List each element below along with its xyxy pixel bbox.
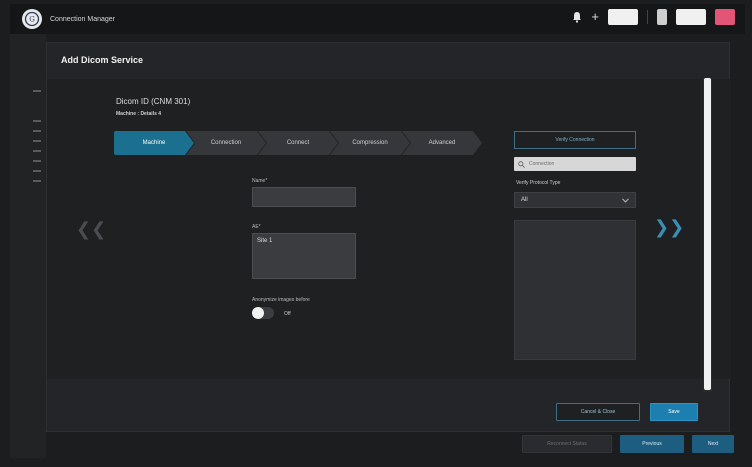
next-button[interactable]: Next — [692, 435, 734, 453]
service-name: Dicom ID (CNM 301) — [116, 97, 191, 106]
protocol-type-select[interactable]: All — [514, 192, 636, 208]
toggle-state-text: Off — [284, 311, 291, 317]
scrollbar-thumb[interactable] — [704, 78, 711, 390]
step-compression[interactable]: Compression — [330, 131, 410, 155]
user-chip[interactable] — [608, 9, 638, 25]
step-machine[interactable]: Machine — [114, 131, 194, 155]
toggle-knob — [252, 307, 264, 319]
previous-button[interactable]: Previous — [620, 435, 684, 453]
step-connection[interactable]: Connection — [186, 131, 266, 155]
anonymize-label: Anonymize images before — [252, 297, 310, 303]
anonymize-toggle[interactable] — [252, 307, 274, 319]
account-chip[interactable] — [676, 9, 706, 25]
name-input[interactable] — [252, 187, 356, 207]
wizard-steps: Machine Connection Connect Compression A… — [114, 131, 474, 155]
alert-badge[interactable] — [715, 9, 735, 25]
reconnect-status-button[interactable]: Reconnect Status — [522, 435, 612, 453]
step-connect[interactable]: Connect — [258, 131, 338, 155]
search-icon — [518, 160, 525, 168]
ge-logo-icon: G — [22, 9, 42, 29]
chevron-down-icon — [622, 197, 629, 203]
search-placeholder: Connection — [529, 161, 555, 167]
bell-icon[interactable] — [572, 11, 582, 23]
save-button[interactable]: Save — [650, 403, 698, 421]
dialog-title: Add Dicom Service — [61, 55, 144, 65]
step-advanced[interactable]: Advanced — [402, 131, 482, 155]
ae-input[interactable]: Site 1 — [252, 233, 356, 279]
connection-search-input[interactable]: Connection — [514, 157, 636, 171]
divider — [647, 10, 648, 24]
service-subtitle: Machine : Details 4 — [116, 111, 162, 117]
protocol-type-value: All — [521, 197, 528, 203]
svg-text:G: G — [29, 16, 35, 24]
chevron-left-icon[interactable]: ❮❮ — [76, 220, 106, 238]
plus-icon[interactable]: + — [591, 10, 599, 23]
cancel-close-button[interactable]: Cancel & Close — [556, 403, 640, 421]
menu-icon[interactable] — [657, 9, 667, 25]
app-top-bar: G Connection Manager + — [10, 4, 745, 34]
name-label: Name* — [252, 178, 268, 184]
app-title: Connection Manager — [50, 15, 115, 23]
ae-label: AE* — [252, 224, 261, 230]
chevron-right-icon[interactable]: ❯❯ — [654, 218, 684, 236]
connection-list[interactable] — [514, 220, 636, 360]
left-rail — [10, 34, 46, 458]
verify-connection-button[interactable]: Verify Connection — [514, 131, 636, 149]
protocol-type-label: Verify Protocol Type — [516, 180, 561, 186]
